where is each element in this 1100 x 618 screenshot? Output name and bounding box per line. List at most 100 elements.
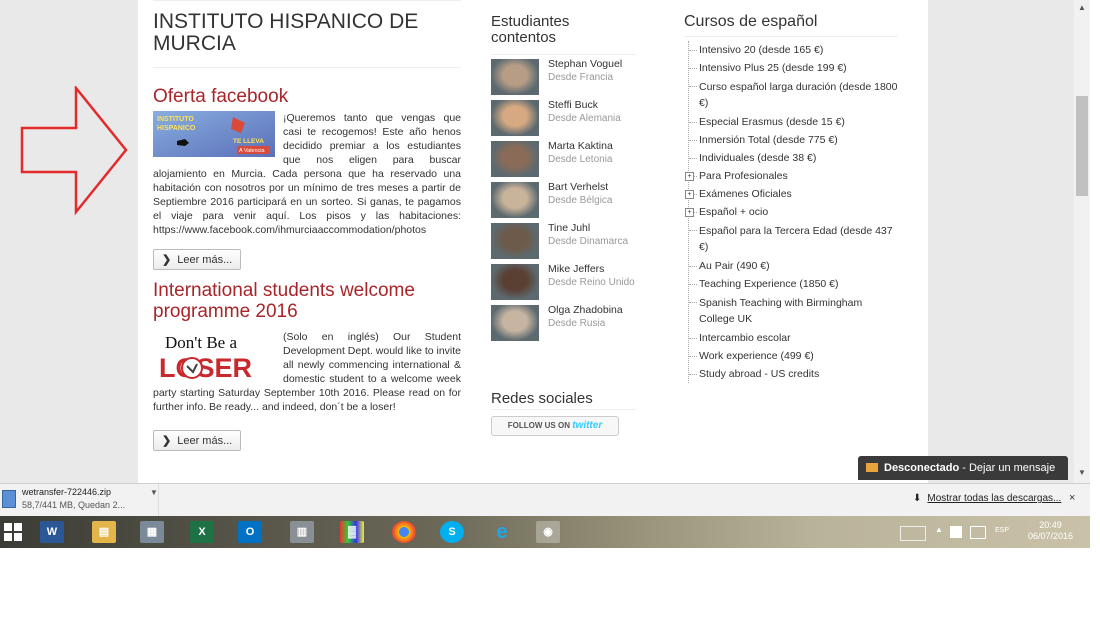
scroll-down-arrow-icon[interactable]: ▼ xyxy=(1078,468,1086,477)
explorer-icon[interactable]: ▤ xyxy=(92,521,116,543)
show-all-downloads-link[interactable]: ⬇ Mostrar todas las descargas... xyxy=(913,493,1061,504)
course-label[interactable]: Especial Erasmus (desde 15 €) xyxy=(699,116,845,128)
course-label[interactable]: Para Profesionales xyxy=(699,170,788,182)
expand-plus-icon[interactable]: + xyxy=(685,208,694,217)
chrome-active-icon[interactable]: ◉ xyxy=(536,521,560,543)
course-label[interactable]: Study abroad - US credits xyxy=(699,368,819,380)
twitter-follow-button[interactable]: FOLLOW US ON twitter xyxy=(491,416,619,436)
course-item[interactable]: Study abroad - US credits xyxy=(689,365,898,383)
scrollbar-thumb[interactable] xyxy=(1076,96,1088,196)
post-title-facebook[interactable]: Oferta facebook xyxy=(153,86,461,107)
read-more-button-welcome[interactable]: ❯ Leer más... xyxy=(153,430,242,451)
clock-date: 06/07/2016 xyxy=(1028,531,1074,541)
courses-title: Cursos de español xyxy=(684,13,818,30)
calculator-icon[interactable]: ▥ xyxy=(290,521,314,543)
app-grid-icon[interactable]: ▓ xyxy=(340,521,364,543)
course-item[interactable]: + Español + ocio xyxy=(685,203,898,221)
dont-be-a-loser-image[interactable]: Don't Be a LOSER xyxy=(153,330,275,384)
scroll-up-arrow-icon[interactable]: ▲ xyxy=(1078,3,1086,12)
read-more-label: Leer más... xyxy=(177,254,233,266)
browser-viewport: INSTITUTO HISPANICO DE MURCIA Oferta fac… xyxy=(0,0,1090,548)
course-item[interactable]: Au Pair (490 €) xyxy=(689,257,898,275)
course-item[interactable]: Work experience (499 €) xyxy=(689,347,898,365)
student-name[interactable]: Olga Zhadobina xyxy=(548,304,623,316)
chrome-icon[interactable] xyxy=(392,521,416,543)
course-label[interactable]: Individuales (desde 38 €) xyxy=(699,152,816,164)
course-item[interactable]: Teaching Experience (1850 €) xyxy=(689,275,898,293)
course-label[interactable]: Intensivo Plus 25 (desde 199 €) xyxy=(699,62,847,74)
post-title-welcome[interactable]: International students welcome programme… xyxy=(153,280,461,322)
excel-icon[interactable]: X xyxy=(190,521,214,543)
student-item[interactable]: Steffi Buck Desde Alemania xyxy=(491,97,636,138)
close-downloads-button[interactable]: × xyxy=(1069,492,1075,504)
keyboard-icon[interactable] xyxy=(900,526,926,541)
course-label[interactable]: Intercambio escolar xyxy=(699,332,791,344)
course-item[interactable]: + Exámenes Oficiales xyxy=(685,185,898,203)
course-label[interactable]: Curso español larga duración (desde 1800… xyxy=(699,81,897,109)
course-item[interactable]: + Para Profesionales xyxy=(685,167,898,185)
expand-plus-icon[interactable]: + xyxy=(685,190,694,199)
student-origin: Desde Rusia xyxy=(548,318,606,329)
student-name[interactable]: Steffi Buck xyxy=(548,99,598,111)
display-icon[interactable] xyxy=(970,526,986,539)
tray-chevron-up-icon[interactable]: ▲ xyxy=(935,525,943,534)
course-item[interactable]: Intensivo Plus 25 (desde 199 €) xyxy=(689,59,898,77)
file-manager-icon[interactable]: ▦ xyxy=(140,521,164,543)
windows-start-icon[interactable] xyxy=(4,523,22,541)
social-divider xyxy=(491,409,636,410)
site-title: INSTITUTO HISPANICO DE MURCIA xyxy=(153,11,461,68)
students-column: Estudiantes contentos Stephan Voguel Desd… xyxy=(491,0,636,343)
student-name[interactable]: Marta Kaktina xyxy=(548,140,613,152)
student-item[interactable]: Tine Juhl Desde Dinamarca xyxy=(491,220,636,261)
course-item[interactable]: Inmersión Total (desde 775 €) xyxy=(689,131,898,149)
outlook-icon[interactable]: O xyxy=(238,521,262,543)
course-label[interactable]: Exámenes Oficiales xyxy=(699,188,792,200)
ie-icon[interactable]: e xyxy=(490,521,514,543)
chevron-down-icon[interactable]: ▼ xyxy=(150,488,158,497)
student-item[interactable]: Mike Jeffers Desde Reino Unido xyxy=(491,261,636,302)
skype-icon[interactable]: S xyxy=(440,521,464,543)
student-item[interactable]: Stephan Voguel Desde Francia xyxy=(491,56,636,97)
social-title: Redes sociales xyxy=(491,390,593,407)
course-label[interactable]: Au Pair (490 €) xyxy=(699,260,770,272)
course-item[interactable]: Individuales (desde 38 €) xyxy=(689,149,898,167)
student-photo xyxy=(491,182,539,218)
download-arrow-icon: ⬇ xyxy=(913,493,922,504)
student-item[interactable]: Bart Verhelst Desde Bélgica xyxy=(491,179,636,220)
courses-tree: Intensivo 20 (desde 165 €) Intensivo Plus… xyxy=(685,41,898,383)
student-origin: Desde Francia xyxy=(548,72,614,83)
course-label[interactable]: Work experience (499 €) xyxy=(699,350,814,362)
clock[interactable]: 20:49 06/07/2016 xyxy=(1028,520,1073,542)
course-item[interactable]: Curso español larga duración (desde 1800… xyxy=(689,77,898,113)
student-name[interactable]: Bart Verhelst xyxy=(548,181,608,193)
student-item[interactable]: Marta Kaktina Desde Letonia xyxy=(491,138,636,179)
student-item[interactable]: Olga Zhadobina Desde Rusia xyxy=(491,302,636,343)
expand-plus-icon[interactable]: + xyxy=(685,172,694,181)
offer-image-line2: HISPANICO xyxy=(157,125,196,132)
chat-widget[interactable]: Desconectado - Dejar un mensaje xyxy=(858,456,1068,480)
course-item[interactable]: Spanish Teaching with Birmingham College… xyxy=(689,293,898,329)
course-item[interactable]: Español para la Tercera Edad (desde 437 … xyxy=(689,221,898,257)
course-label[interactable]: Español + ocio xyxy=(699,206,768,218)
language-indicator[interactable]: ESP xyxy=(995,527,1009,534)
facebook-offer-image[interactable]: INSTITUTO HISPANICO TE LLEVA A Valencia xyxy=(153,111,275,157)
course-item[interactable]: Especial Erasmus (desde 15 €) xyxy=(689,113,898,131)
student-name[interactable]: Tine Juhl xyxy=(548,222,590,234)
student-name[interactable]: Mike Jeffers xyxy=(548,263,604,275)
red-arrow-annotation-icon xyxy=(20,86,128,216)
course-label[interactable]: Español para la Tercera Edad (desde 437 … xyxy=(699,225,893,253)
word-icon[interactable]: W xyxy=(40,521,64,543)
course-label[interactable]: Inmersión Total (desde 775 €) xyxy=(699,134,838,146)
course-label[interactable]: Teaching Experience (1850 €) xyxy=(699,278,839,290)
student-name[interactable]: Stephan Voguel xyxy=(548,58,622,70)
course-item[interactable]: Intercambio escolar xyxy=(689,329,898,347)
download-item[interactable]: wetransfer-722446.zip 58,7/441 MB, Queda… xyxy=(0,484,159,517)
action-center-icon[interactable] xyxy=(950,526,962,538)
course-label[interactable]: Spanish Teaching with Birmingham College… xyxy=(699,297,862,325)
course-item[interactable]: Intensivo 20 (desde 165 €) xyxy=(689,41,898,59)
course-label[interactable]: Intensivo 20 (desde 165 €) xyxy=(699,44,823,56)
vertical-scrollbar[interactable]: ▲ ▼ xyxy=(1074,0,1090,483)
chat-status: Desconectado xyxy=(884,462,960,474)
student-photo xyxy=(491,59,539,95)
read-more-button-facebook[interactable]: ❯ Leer más... xyxy=(153,249,242,270)
